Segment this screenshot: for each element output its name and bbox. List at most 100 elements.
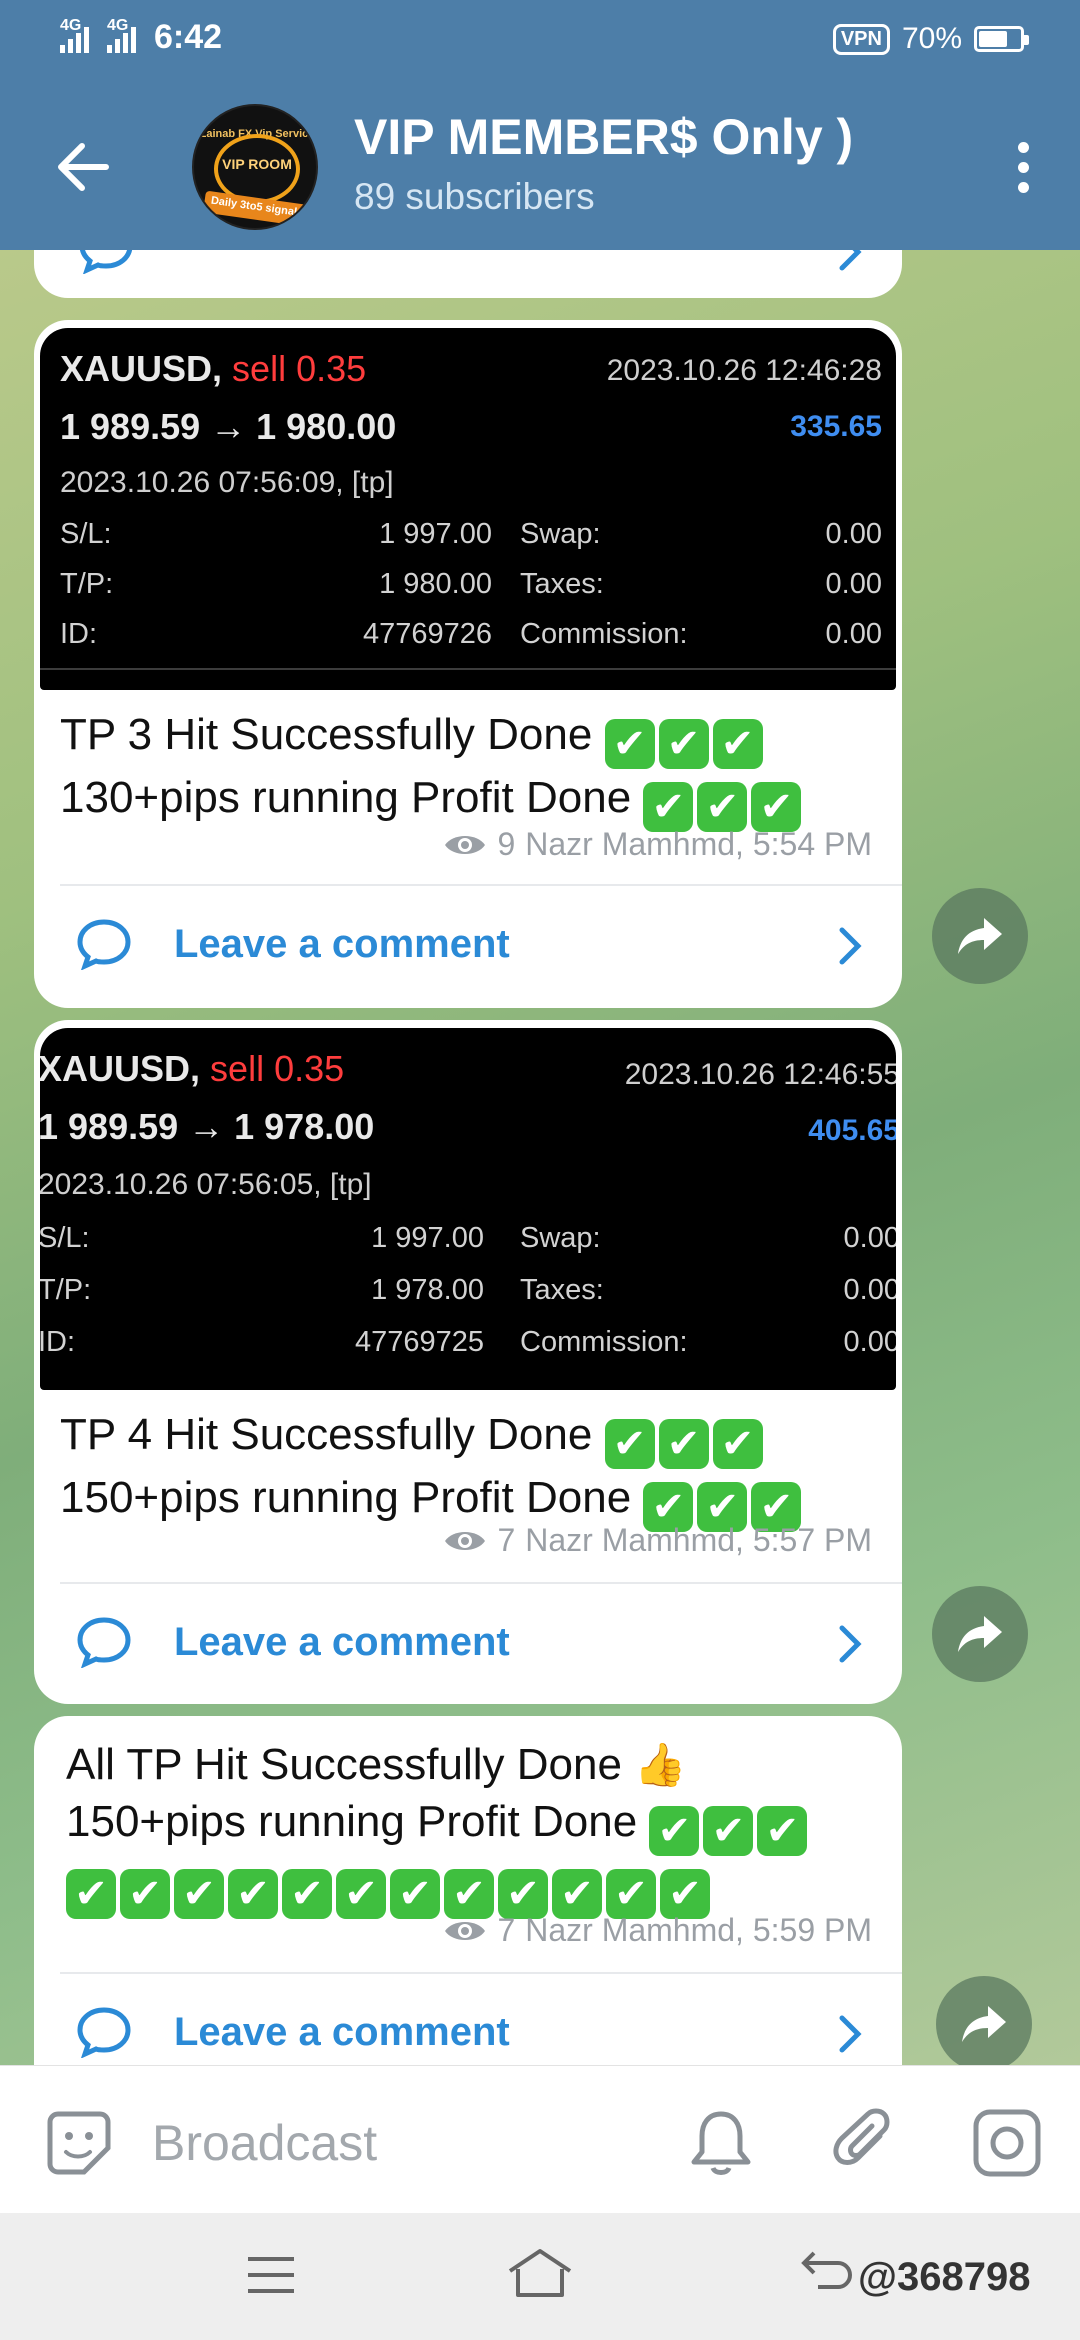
check-icon: ✔ bbox=[757, 1806, 808, 1856]
trade-screenshot: XAUUSD, sell 0.35 1 989.59 → 1 980.00 20… bbox=[40, 328, 896, 690]
commission-value: 0.00 bbox=[825, 618, 882, 650]
back-icon[interactable] bbox=[798, 2247, 854, 2297]
message-line-1: TP 4 Hit Successfully Done bbox=[60, 1410, 593, 1459]
message-meta: 7 Nazr Mamhmd, 5:59 PM bbox=[443, 1912, 872, 1949]
check-icon: ✔ bbox=[751, 782, 802, 832]
share-button[interactable] bbox=[936, 1976, 1032, 2072]
comment-icon bbox=[77, 2007, 131, 2058]
taxes-label: Taxes: bbox=[520, 1274, 604, 1306]
sl-label: S/L: bbox=[60, 518, 112, 550]
taxes-value: 0.00 bbox=[843, 1274, 896, 1306]
trade-open-time: 2023.10.26 07:56:09, [tp] bbox=[60, 466, 394, 499]
comment-icon bbox=[77, 1617, 131, 1668]
divider bbox=[60, 1972, 902, 1974]
swap-label: Swap: bbox=[520, 518, 601, 550]
view-count: 7 bbox=[497, 1912, 516, 1948]
trade-timestamp: 2023.10.26 12:46:55 bbox=[624, 1058, 896, 1091]
message-text: TP 3 Hit Successfully Done ✔ ✔ ✔ 130+pips … bbox=[60, 706, 805, 832]
share-arrow-icon bbox=[958, 1616, 1002, 1652]
commission-label: Commission: bbox=[520, 1326, 688, 1358]
avatar-title: VIP ROOM bbox=[222, 156, 292, 172]
thumbs-up-icon: 👍 bbox=[634, 1741, 687, 1788]
check-icon: ✔ bbox=[697, 782, 748, 832]
comment-icon bbox=[77, 919, 131, 970]
more-options-icon[interactable] bbox=[1018, 142, 1030, 202]
message-meta: 7 Nazr Mamhmd, 5:57 PM bbox=[443, 1522, 872, 1559]
comment-icon bbox=[79, 250, 133, 274]
check-icon: ✔ bbox=[649, 1806, 700, 1856]
leave-comment-button[interactable]: Leave a comment bbox=[34, 902, 902, 986]
eye-icon bbox=[445, 1531, 486, 1550]
message-meta: 9 Nazr Mamhmd, 5:54 PM bbox=[443, 826, 872, 863]
recent-apps-icon[interactable] bbox=[244, 2255, 298, 2295]
bell-icon[interactable] bbox=[686, 2106, 756, 2178]
home-icon[interactable] bbox=[504, 2245, 576, 2301]
message-bubble-partial bbox=[34, 250, 902, 298]
leave-comment-button[interactable]: Leave a comment bbox=[34, 1990, 902, 2074]
vpn-badge: VPN bbox=[832, 23, 890, 55]
camera-icon[interactable] bbox=[970, 2106, 1044, 2180]
message-line-2: 150+pips running Profit Done bbox=[60, 1473, 632, 1522]
tp-label: T/P: bbox=[40, 1274, 92, 1306]
share-button[interactable] bbox=[932, 888, 1028, 984]
view-count: 9 bbox=[497, 826, 516, 862]
sticker-icon[interactable] bbox=[44, 2108, 114, 2178]
message-text: All TP Hit Successfully Done 👍 150+pips … bbox=[66, 1736, 811, 1919]
check-icon: ✔ bbox=[336, 1869, 386, 1919]
check-icon: ✔ bbox=[66, 1869, 116, 1919]
sl-value: 1 997.00 bbox=[371, 1222, 484, 1254]
chevron-right-icon bbox=[839, 1625, 862, 1663]
trade-open-time: 2023.10.26 07:56:05, [tp] bbox=[40, 1168, 372, 1201]
share-button[interactable] bbox=[932, 1586, 1028, 1682]
broadcast-input[interactable]: Broadcast bbox=[152, 2114, 377, 2172]
back-arrow-icon[interactable] bbox=[48, 132, 118, 202]
battery-icon bbox=[974, 26, 1029, 52]
share-arrow-icon bbox=[962, 2006, 1006, 2042]
swap-value: 0.00 bbox=[843, 1222, 896, 1254]
comment-label: Leave a comment bbox=[174, 1620, 510, 1664]
message-text: TP 4 Hit Successfully Done ✔ ✔ ✔ 150+pips … bbox=[60, 1406, 805, 1532]
tp-value: 1 980.00 bbox=[379, 568, 492, 600]
separator bbox=[40, 668, 896, 670]
system-nav-bar: @368798 bbox=[0, 2213, 1080, 2340]
clock: 6:42 bbox=[154, 18, 223, 56]
subscriber-count: 89 subscribers bbox=[354, 176, 595, 217]
tp-value: 1 978.00 bbox=[371, 1274, 484, 1306]
trade-symbol: XAUUSD, sell 0.35 bbox=[40, 1048, 345, 1089]
network-label-1: 4G bbox=[60, 16, 82, 34]
author-time: Nazr Mamhmd, 5:57 PM bbox=[525, 1522, 872, 1558]
input-bar: Broadcast bbox=[0, 2065, 1080, 2213]
id-label: ID: bbox=[60, 618, 98, 650]
id-label: ID: bbox=[40, 1326, 76, 1358]
tp-label: T/P: bbox=[60, 568, 114, 600]
share-arrow-icon bbox=[958, 918, 1002, 954]
swap-label: Swap: bbox=[520, 1222, 601, 1254]
leave-comment-button[interactable]: Leave a comment bbox=[34, 1600, 902, 1684]
check-icon: ✔ bbox=[712, 719, 763, 769]
channel-avatar[interactable]: Zainab FX Vip Service VIP ROOM Daily 3to… bbox=[192, 104, 318, 230]
commission-value: 0.00 bbox=[843, 1326, 896, 1358]
check-icon: ✔ bbox=[658, 719, 709, 769]
message-line-2: 130+pips running Profit Done bbox=[60, 773, 632, 822]
check-icon: ✔ bbox=[390, 1869, 440, 1919]
check-icon: ✔ bbox=[643, 782, 694, 832]
battery-percent: 70% bbox=[901, 22, 962, 55]
view-count: 7 bbox=[497, 1522, 516, 1558]
signal-icon: 4G bbox=[60, 17, 89, 53]
check-icon: ✔ bbox=[658, 1419, 709, 1469]
author-time: Nazr Mamhmd, 5:59 PM bbox=[525, 1912, 872, 1948]
id-value: 47769725 bbox=[354, 1326, 484, 1358]
trade-prices: 1 989.59 → 1 978.00 bbox=[40, 1106, 375, 1147]
chevron-right-icon bbox=[839, 2015, 862, 2053]
check-icon: ✔ bbox=[174, 1869, 224, 1919]
taxes-value: 0.00 bbox=[825, 568, 882, 600]
eye-icon bbox=[445, 1921, 486, 1940]
eye-icon bbox=[445, 835, 486, 854]
divider bbox=[60, 884, 902, 886]
trade-side: sell 0.35 bbox=[210, 1048, 345, 1089]
check-icon: ✔ bbox=[604, 719, 655, 769]
attach-icon[interactable] bbox=[828, 2106, 898, 2178]
message-line-1: All TP Hit Successfully Done bbox=[66, 1740, 622, 1789]
message-bubble: XAUUSD, sell 0.35 1 989.59 → 1 980.00 20… bbox=[34, 320, 902, 1008]
channel-title[interactable]: VIP MEMBER$ Only ) bbox=[354, 108, 853, 166]
